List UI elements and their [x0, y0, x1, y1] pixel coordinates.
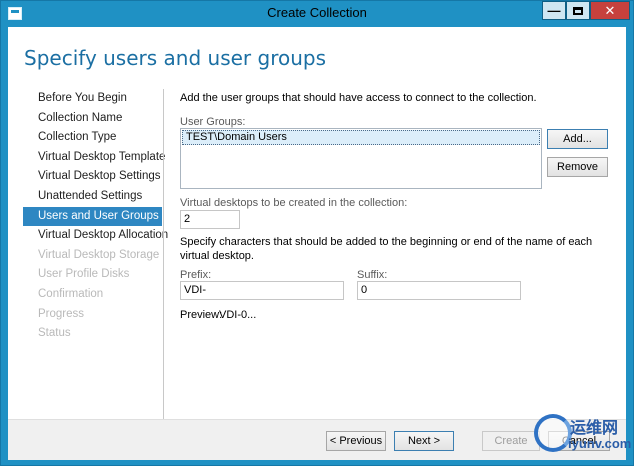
watermark-logo-icon	[534, 414, 572, 452]
nav-item-collection-name[interactable]: Collection Name	[23, 109, 162, 129]
nav-item-before-you-begin[interactable]: Before You Begin	[23, 89, 162, 109]
title-bar[interactable]: Create Collection — ✕	[1, 1, 633, 27]
nav-item-unattended-settings[interactable]: Unattended Settings	[23, 187, 162, 207]
maximize-icon	[573, 6, 583, 15]
previous-button[interactable]: < Previous	[326, 431, 386, 451]
wizard-client-area: Specify users and user groups Before You…	[8, 27, 626, 460]
suffix-input[interactable]: 0	[357, 281, 521, 300]
desktops-count-input[interactable]: 2	[180, 210, 240, 229]
previous-button-label: < Previous	[329, 435, 383, 447]
add-button[interactable]: Add...	[547, 129, 608, 149]
list-item[interactable]: TEST\Domain Users	[182, 130, 540, 145]
nav-item-users-and-user-groups[interactable]: Users and User Groups	[23, 206, 162, 227]
nav-item-progress: Progress	[38, 307, 85, 320]
create-button-label: Create	[494, 435, 528, 447]
wizard-nav: Before You Begin Collection Name Collectio…	[23, 89, 168, 344]
next-button-label: Next >	[407, 435, 441, 447]
preview-value: VDI-0...	[219, 309, 257, 321]
nav-item-confirmation: Confirmation	[38, 287, 104, 300]
watermark-line1: 运维网	[570, 418, 619, 437]
close-button[interactable]: ✕	[590, 1, 630, 20]
prefix-input[interactable]: VDI-	[180, 281, 344, 300]
suffix-label: Suffix:	[357, 269, 388, 281]
maximize-button[interactable]	[566, 1, 590, 20]
prefix-label: Prefix:	[180, 269, 212, 281]
close-icon: ✕	[604, 2, 616, 18]
add-button-label: Add...	[563, 133, 592, 145]
next-button[interactable]: Next >	[394, 431, 454, 451]
nav-item-virtual-desktop-allocation[interactable]: Virtual Desktop Allocation	[23, 226, 168, 246]
nav-item-virtual-desktop-template[interactable]: Virtual Desktop Template	[23, 148, 165, 168]
nav-item-virtual-desktop-settings[interactable]: Virtual Desktop Settings	[23, 167, 162, 187]
nav-item-user-profile-disks: User Profile Disks	[38, 268, 130, 281]
minimize-icon: —	[547, 3, 561, 18]
nav-divider	[163, 89, 164, 419]
remove-button-label: Remove	[557, 161, 598, 173]
user-groups-listbox[interactable]: TEST\Domain Users	[180, 128, 542, 189]
instruction-text: Add the user groups that should have acc…	[180, 92, 537, 104]
nav-item-virtual-desktop-storage: Virtual Desktop Storage	[38, 248, 160, 261]
window-title: Create Collection	[267, 5, 367, 20]
preview-label: Preview:	[180, 309, 223, 321]
watermark-line2: iyunv.com	[568, 436, 632, 451]
nav-item-status: Status	[38, 327, 71, 340]
minimize-button[interactable]: —	[542, 1, 566, 20]
naming-instruction: Specify characters that should be added …	[180, 236, 593, 262]
user-groups-label: User Groups:	[180, 116, 246, 128]
site-watermark: 运维网 iyunv.com	[530, 412, 631, 462]
nav-item-collection-type[interactable]: Collection Type	[23, 128, 162, 148]
create-collection-window: Create Collection — ✕ Specify users and …	[0, 0, 634, 466]
page-title: Specify users and user groups	[24, 46, 327, 70]
desktops-count-label: Virtual desktops to be created in the co…	[180, 197, 408, 209]
remove-button[interactable]: Remove	[547, 157, 608, 177]
